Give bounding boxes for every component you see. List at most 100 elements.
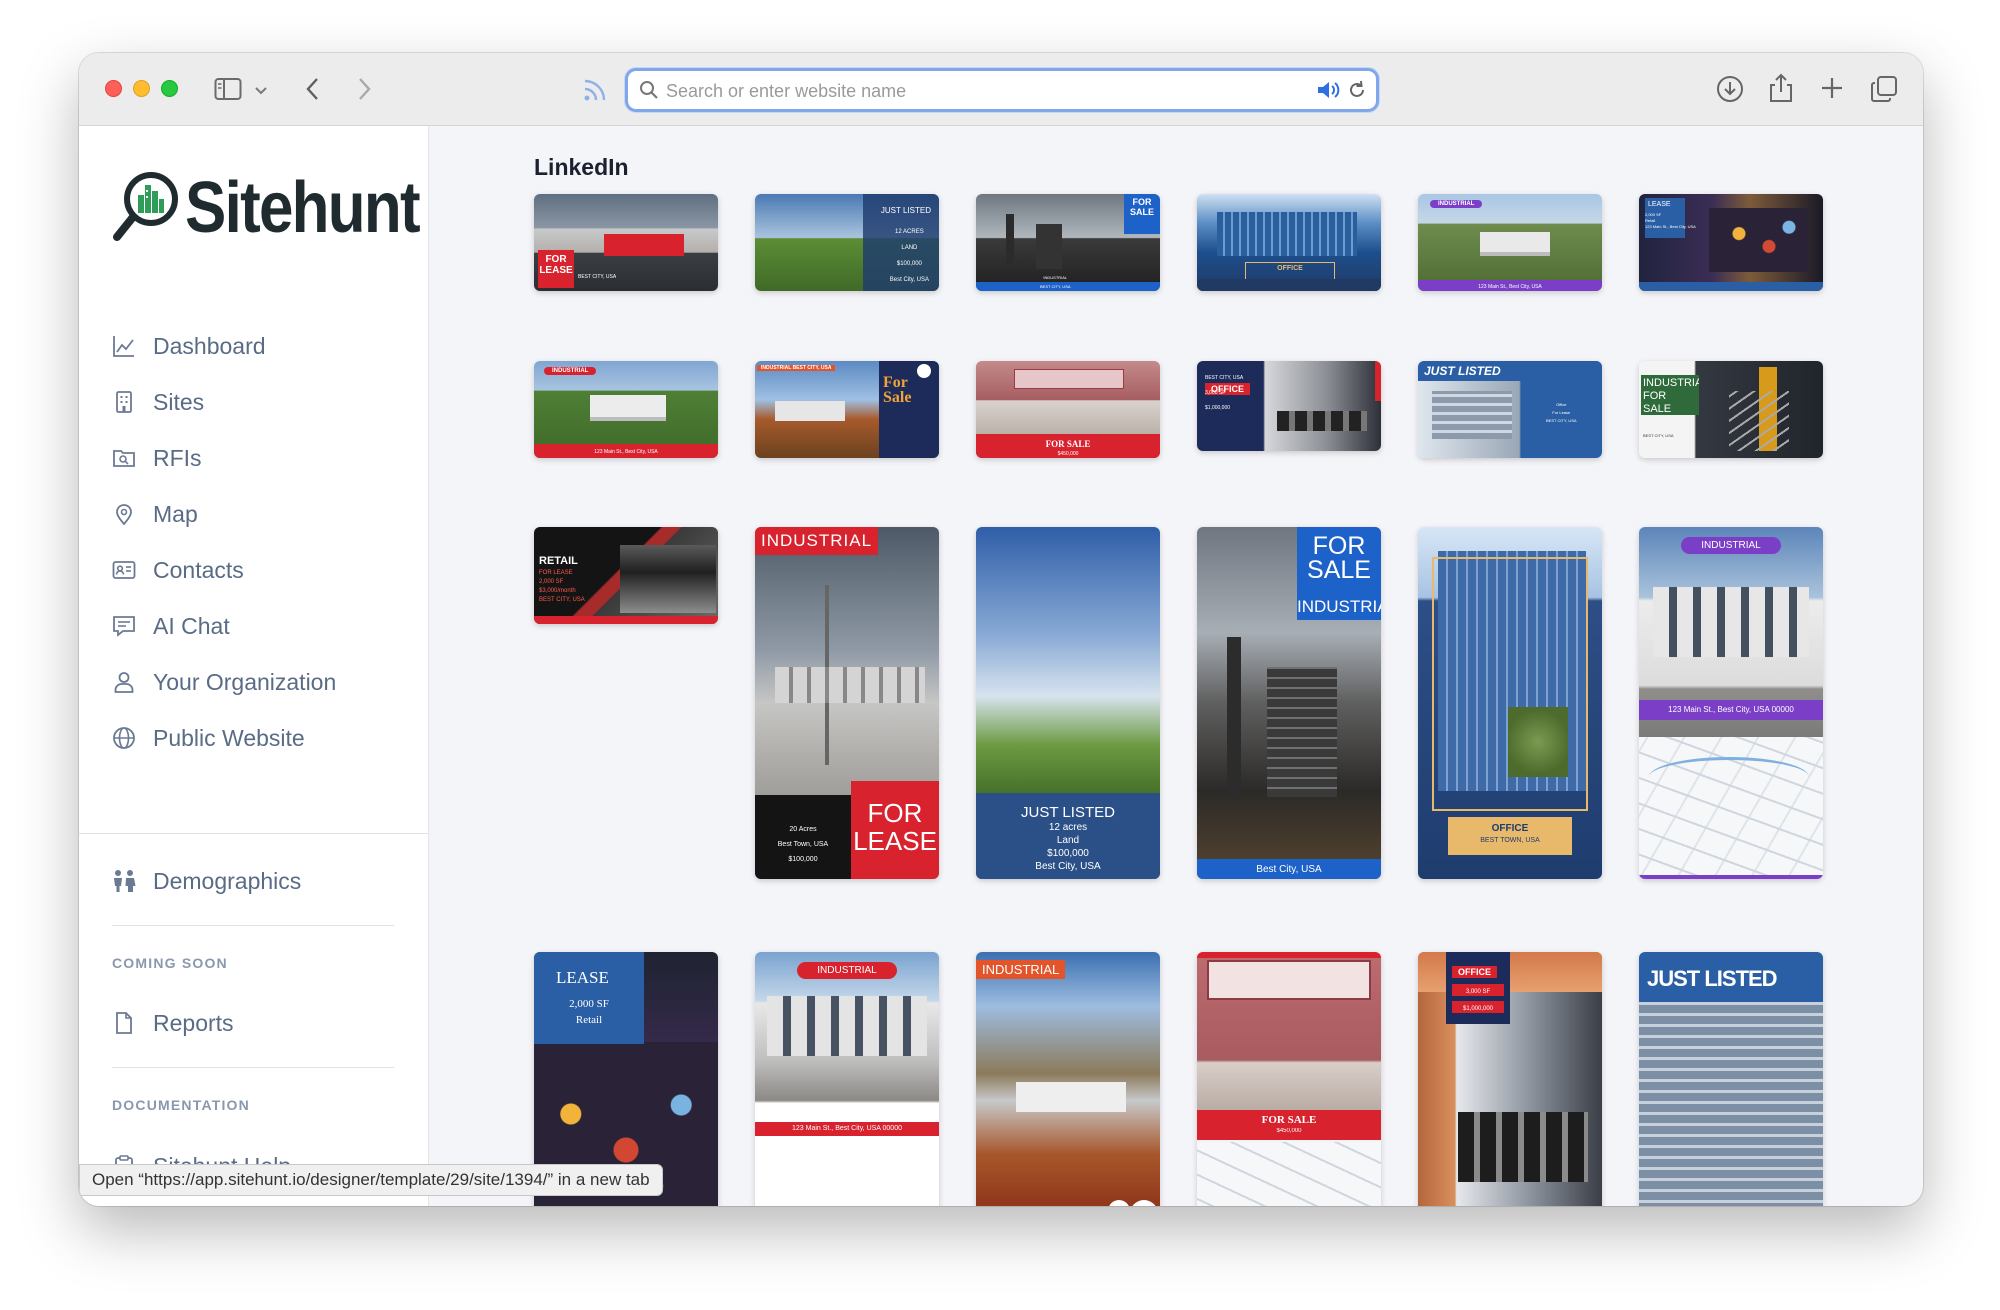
people-icon: [111, 868, 137, 894]
template-card[interactable]: INDUSTRIAL BEST CITY, USA For Sale: [755, 361, 939, 458]
card-subtext: 12 acres Land $100,000 Best City, USA: [1035, 822, 1101, 872]
card-tag: OFFICE: [1448, 817, 1572, 855]
card-tag: INDUSTRIAL FOR SALE: [1641, 375, 1699, 415]
chat-icon: [111, 613, 137, 639]
nav-ai-chat-label: AI Chat: [153, 612, 230, 639]
link-status-bar: Open “https://app.sitehunt.io/designer/t…: [79, 1164, 663, 1196]
template-card[interactable]: FOR SALE $450,000: [1197, 952, 1381, 1206]
card-subtext: 12 ACRES LAND $100,000 Best City, USA: [889, 229, 929, 283]
documentation-heading: DOCUMENTATION: [112, 1097, 250, 1113]
template-card[interactable]: JUST LISTED Office For Lease BEST CITY, …: [1418, 361, 1602, 458]
card-subtext: BEST CITY, USA: [578, 274, 617, 280]
nav-demographics-item[interactable]: Demographics: [111, 863, 301, 899]
template-card[interactable]: FOR SALE INDUSTRIAL Best City, USA: [1197, 527, 1381, 879]
downloads-icon[interactable]: [1715, 74, 1745, 108]
card-tag: INDUSTRIAL: [797, 962, 897, 979]
template-card[interactable]: INDUSTRIAL 123 Main St., Best City, USA: [1418, 194, 1602, 291]
card-subtext: $450,000: [1276, 1128, 1302, 1134]
card-tag: INDUSTRIAL: [976, 960, 1066, 979]
tab-overview-icon[interactable]: [1870, 75, 1898, 107]
coming-soon-heading: COMING SOON: [112, 955, 228, 971]
nav-your-organization[interactable]: Your Organization: [111, 664, 336, 700]
reload-icon[interactable]: [1346, 79, 1368, 106]
card-tag: INDUSTRIAL: [544, 367, 597, 375]
template-card[interactable]: INDUSTRIAL 123 Main St., Best City, USA: [534, 361, 718, 458]
card-badge: FOR LEASE: [851, 781, 939, 879]
nav-contacts[interactable]: Contacts: [111, 552, 244, 588]
globe-icon: [111, 725, 137, 751]
sidebar-divider: [112, 925, 394, 926]
card-tag: For Sale: [883, 375, 912, 405]
template-card[interactable]: RETAIL FOR LEASE 2,000 SF $3,000/month B…: [534, 527, 718, 624]
share-icon[interactable]: [1768, 72, 1794, 108]
minimize-window-button[interactable]: [133, 80, 150, 97]
template-card[interactable]: JUST LISTED: [1639, 952, 1823, 1206]
template-gallery: LinkedIn FOR LEASE BEST CITY, USA JUST L…: [430, 126, 1923, 1206]
card-subtext: 20 Acres Best Town, USA $100,000: [777, 826, 829, 863]
search-icon: [639, 80, 659, 105]
card-footer: Best City, USA: [1256, 864, 1322, 875]
address-bar[interactable]: [625, 68, 1379, 112]
card-tag: FOR SALE: [1124, 194, 1160, 234]
card-tag: INDUSTRIAL: [1681, 537, 1781, 554]
template-card[interactable]: FOR SALE INDUSTRIAL BEST CITY, USA: [976, 194, 1160, 291]
card-tag: RETAIL: [539, 555, 578, 567]
template-card[interactable]: INDUSTRIAL 123 Main St., Best City, USA …: [755, 952, 939, 1206]
card-subtext: 2,000 SF Retail 123 Main St., Best City,…: [1645, 212, 1696, 229]
nav-sites[interactable]: Sites: [111, 384, 204, 420]
address-input[interactable]: [666, 77, 1306, 105]
card-tag: OFFICE: [1452, 966, 1497, 978]
new-tab-icon[interactable]: [1819, 75, 1845, 105]
magnifier-skyline-logo-icon: [113, 169, 179, 248]
card-subtext: INDUSTRIAL BEST CITY, USA: [1040, 275, 1071, 289]
template-card[interactable]: JUST LISTED 12 ACRES LAND $100,000 Best …: [755, 194, 939, 291]
card-subtext: 2,000 SF Retail: [569, 998, 609, 1026]
back-icon[interactable]: [305, 76, 321, 106]
speaker-icon[interactable]: [1316, 79, 1340, 106]
forward-icon[interactable]: [356, 76, 372, 106]
template-card[interactable]: FOR LEASE BEST CITY, USA: [534, 194, 718, 291]
template-card[interactable]: JUST LISTED 12 acres Land $100,000 Best …: [976, 527, 1160, 879]
nav-public-website[interactable]: Public Website: [111, 720, 305, 756]
document-icon: [111, 1010, 137, 1036]
section-heading: LinkedIn: [534, 154, 629, 180]
map-pin-icon: [111, 501, 137, 527]
user-icon: [111, 669, 137, 695]
nav-dashboard[interactable]: Dashboard: [111, 328, 266, 364]
template-card[interactable]: INDUSTRIAL FOR SALE BEST CITY, USA: [1639, 361, 1823, 458]
card-subtext: 123 Main St., Best City, USA 00000 12,00…: [755, 1122, 939, 1164]
template-card[interactable]: OFFICE BEST TOWN, USA: [1418, 527, 1602, 879]
card-tag: INDUSTRIAL: [1430, 200, 1483, 208]
zoom-window-button[interactable]: [161, 80, 178, 97]
template-card[interactable]: INDUSTRIAL 123 Main St., Best City, USA …: [1639, 527, 1823, 879]
card-tag: OFFICE: [1245, 262, 1335, 280]
template-card[interactable]: OFFICE BEST CITY, USA 3,000 SF $1,000,00…: [1197, 361, 1381, 451]
template-card[interactable]: INDUSTRIAL 20 Acres Best Town, USA $100,…: [755, 527, 939, 879]
nav-map[interactable]: Map: [111, 496, 198, 532]
nav-rfis[interactable]: RFIs: [111, 440, 202, 476]
nav-your-organization-label: Your Organization: [153, 668, 337, 695]
nav-reports[interactable]: Reports: [111, 1005, 234, 1041]
card-subtext: 123 Main St., Best City, USA 00000: [1639, 700, 1823, 720]
rss-icon[interactable]: [582, 77, 608, 107]
sidebar-divider: [79, 833, 429, 834]
sidebar-toggle-icon[interactable]: [214, 77, 242, 105]
browser-window: Sitehunt Dashboard Sites RFIs Map Contac…: [79, 53, 1923, 1206]
chart-line-icon: [111, 333, 137, 359]
nav-ai-chat[interactable]: AI Chat: [111, 608, 230, 644]
contact-card-icon: [111, 557, 137, 583]
card-tag: FOR SALE: [1045, 439, 1091, 449]
template-card[interactable]: FOR SALE $450,000: [976, 361, 1160, 458]
card-subtext: Office For Lease BEST CITY, USA: [1546, 402, 1577, 423]
template-card[interactable]: OFFICE 3,000 SF $1,000,000: [1418, 952, 1602, 1206]
template-card[interactable]: INDUSTRIAL: [976, 952, 1160, 1206]
template-card[interactable]: OFFICE: [1197, 194, 1381, 291]
close-window-button[interactable]: [105, 80, 122, 97]
card-tag: JUST LISTED: [1647, 966, 1777, 991]
template-card[interactable]: LEASE 2,000 SF Retail 123 Main St., Best…: [1639, 194, 1823, 291]
sitehunt-logo[interactable]: Sitehunt: [113, 168, 457, 248]
chevron-down-icon[interactable]: [254, 79, 268, 105]
card-tag-industrial: INDUSTRIAL BEST CITY, USA: [757, 365, 836, 371]
brand-name: Sitehunt: [185, 168, 421, 248]
card-subtext: BEST CITY, USA: [1643, 433, 1674, 438]
